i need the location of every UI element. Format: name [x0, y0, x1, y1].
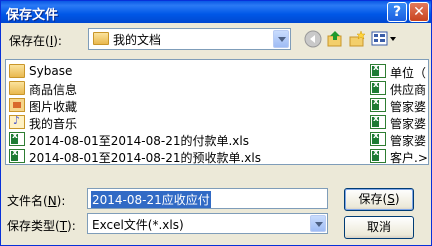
save-file-dialog: 保存文件 ? ✕ 保存在(I): 我的文档 Sybase 商品信息 图片收藏 ♪… — [0, 0, 432, 246]
close-icon[interactable]: ✕ — [409, 2, 429, 22]
excel-file-icon — [370, 148, 386, 163]
save-in-combo[interactable]: 我的文档 — [88, 28, 291, 50]
file-name-field[interactable]: 2014-08-21应收应付 — [87, 188, 328, 209]
up-folder-icon[interactable] — [326, 30, 344, 48]
excel-file-icon — [370, 97, 386, 112]
new-folder-icon[interactable] — [348, 30, 366, 48]
file-type-select[interactable]: Excel文件(*.xls) — [87, 213, 328, 234]
save-in-value: 我的文档 — [113, 33, 162, 47]
excel-file-icon — [370, 131, 386, 146]
file-list[interactable]: Sybase 商品信息 图片收藏 我的音乐 2014-08-01至2014-08… — [5, 59, 429, 165]
excel-file-icon — [370, 114, 386, 129]
chevron-down-icon[interactable] — [310, 215, 326, 232]
excel-file-icon — [370, 63, 386, 78]
cancel-button[interactable]: 取消 — [344, 216, 414, 239]
save-button[interactable]: 保存(S) — [344, 188, 414, 211]
chevron-down-icon[interactable] — [273, 30, 289, 48]
excel-file-icon — [9, 131, 25, 146]
picture-folder-icon — [9, 98, 25, 112]
excel-file-icon — [370, 80, 386, 95]
title-bar[interactable]: 保存文件 ? ✕ — [1, 1, 431, 23]
views-menu-icon[interactable] — [371, 30, 397, 48]
file-type-label: 保存类型(T): — [7, 219, 76, 233]
file-name-label: 文件名(N): — [7, 194, 66, 208]
my-documents-folder-icon — [93, 32, 109, 45]
file-type-value: Excel文件(*.xls) — [92, 218, 184, 232]
save-in-label: 保存在(I): — [9, 34, 62, 48]
folder-icon — [9, 64, 25, 78]
window-title: 保存文件 — [6, 8, 59, 23]
file-name-value: 2014-08-21应收应付 — [91, 191, 211, 208]
music-folder-icon — [9, 114, 25, 129]
back-icon[interactable] — [304, 30, 322, 48]
folder-icon — [9, 81, 25, 95]
excel-file-icon — [9, 148, 25, 163]
help-icon[interactable]: ? — [387, 2, 407, 22]
